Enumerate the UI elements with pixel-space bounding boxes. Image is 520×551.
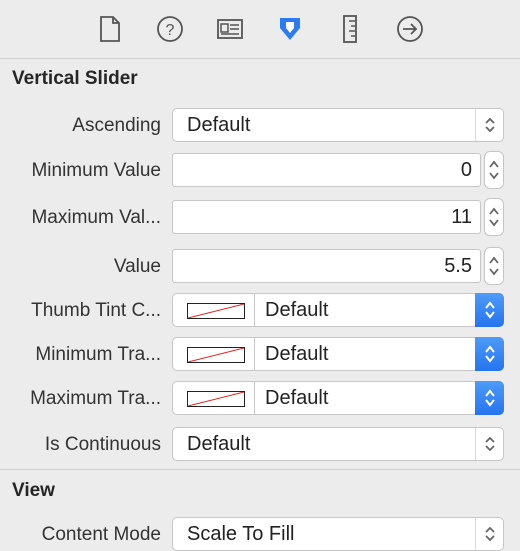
connections-icon[interactable] (393, 12, 427, 46)
stepper-arrows-icon (489, 207, 499, 227)
value-field[interactable]: 5.5 (172, 249, 481, 283)
ascending-value: Default (187, 114, 251, 136)
chevron-up-down-icon (475, 337, 504, 371)
is-continuous-popup[interactable]: Default (172, 427, 504, 461)
ascending-label: Ascending (72, 115, 161, 136)
thumb-tint-color-value: Default (265, 299, 329, 321)
color-swatch-default[interactable] (187, 347, 245, 363)
maximum-value-field[interactable]: 11 (172, 200, 481, 234)
stepper-arrows-icon (489, 256, 499, 276)
minimum-value-stepper[interactable] (484, 151, 504, 189)
content-mode-value: Scale To Fill (187, 523, 295, 545)
minimum-track-tint-value: Default (265, 343, 329, 365)
chevron-up-down-icon (475, 293, 504, 327)
maximum-track-tint-popup[interactable]: Default (172, 381, 504, 415)
maximum-track-tint-label: Maximum Tra... (30, 388, 161, 409)
divider (254, 382, 255, 414)
content-mode-popup[interactable]: Scale To Fill (172, 517, 504, 551)
help-icon[interactable]: ? (153, 12, 187, 46)
minimum-value-field[interactable]: 0 (172, 153, 481, 187)
color-swatch-default[interactable] (187, 391, 245, 407)
file-icon[interactable] (93, 12, 127, 46)
divider (254, 294, 255, 326)
chevron-up-down-icon (475, 381, 504, 415)
chevron-up-down-icon (475, 518, 503, 550)
chevron-up-down-icon (475, 109, 503, 141)
ruler-icon[interactable] (333, 12, 367, 46)
divider (254, 338, 255, 370)
identity-icon[interactable] (213, 12, 247, 46)
thumb-tint-color-label: Thumb Tint C... (31, 300, 161, 321)
maximum-value-label: Maximum Val... (31, 207, 161, 228)
minimum-value-label: Minimum Value (31, 160, 161, 181)
stepper-arrows-icon (489, 160, 499, 180)
maximum-value-text: 11 (451, 206, 472, 228)
minimum-track-tint-popup[interactable]: Default (172, 337, 504, 371)
section-separator (0, 469, 520, 470)
is-continuous-value: Default (187, 433, 251, 455)
ascending-popup[interactable]: Default (172, 108, 504, 142)
color-swatch-default[interactable] (187, 303, 245, 319)
inspector-toolbar: ? (0, 0, 520, 59)
attributes-icon[interactable] (273, 12, 307, 46)
maximum-track-tint-value: Default (265, 387, 329, 409)
minimum-track-tint-label: Minimum Tra... (35, 344, 161, 365)
svg-text:?: ? (166, 22, 175, 39)
value-text: 5.5 (444, 255, 472, 277)
section-title-view: View (12, 480, 55, 501)
maximum-value-stepper[interactable] (484, 198, 504, 236)
content-mode-label: Content Mode (41, 524, 161, 545)
value-stepper[interactable] (484, 247, 504, 285)
is-continuous-label: Is Continuous (44, 434, 161, 455)
chevron-up-down-icon (475, 428, 503, 460)
section-title-vertical-slider: Vertical Slider (12, 68, 138, 89)
thumb-tint-color-popup[interactable]: Default (172, 293, 504, 327)
minimum-value-text: 0 (460, 159, 472, 181)
value-label: Value (113, 256, 161, 277)
